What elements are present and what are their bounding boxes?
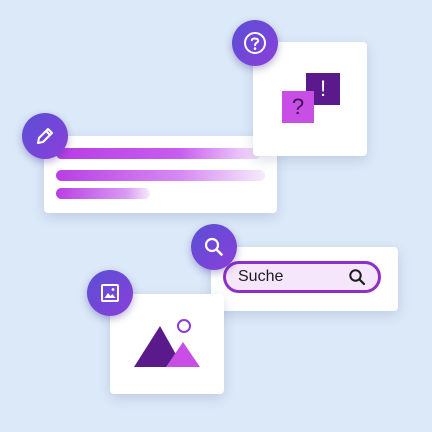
image-badge[interactable]: [87, 270, 133, 316]
text-content-card: [44, 136, 277, 213]
text-line-placeholder: [56, 170, 265, 181]
image-icon: [101, 284, 119, 302]
search-icon[interactable]: [348, 268, 366, 286]
question-box: ?: [282, 91, 314, 123]
search-badge[interactable]: [191, 224, 237, 270]
search-input[interactable]: Suche: [223, 261, 381, 293]
question-glyph: ?: [291, 94, 305, 119]
image-card: [110, 294, 224, 394]
edit-badge[interactable]: [22, 113, 68, 159]
search-input-value: Suche: [238, 268, 284, 285]
pencil-icon: [37, 128, 53, 144]
text-line-placeholder: [56, 188, 150, 199]
text-line-placeholder: [56, 148, 261, 159]
landscape-icon: [134, 319, 200, 367]
help-circle-icon: [244, 32, 266, 54]
search-card: Suche: [211, 247, 398, 311]
help-badge[interactable]: [232, 20, 278, 66]
exclamation-glyph: !: [319, 76, 327, 101]
search-icon: [204, 237, 223, 256]
